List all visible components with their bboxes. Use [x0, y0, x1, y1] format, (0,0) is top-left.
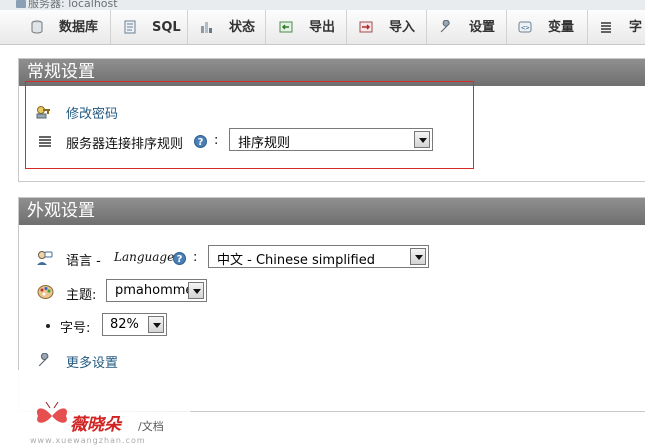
charset-icon	[601, 22, 611, 33]
font-size-select[interactable]: 82%	[102, 313, 167, 336]
breadcrumb[interactable]: 服务器: localhost	[28, 0, 118, 10]
watermark-url: www.xuewangzhan.com	[30, 436, 146, 445]
database-icon	[31, 20, 43, 34]
chevron-down-icon	[188, 282, 204, 299]
collation-select[interactable]: 排序规则	[229, 128, 433, 151]
wrench-icon	[38, 353, 49, 367]
tab-label: SQL	[152, 20, 181, 35]
import-icon	[359, 21, 373, 33]
collation-label: 服务器连接排序规则	[66, 137, 184, 152]
tab-label: 状态	[229, 20, 256, 35]
tab-label: 导出	[309, 20, 336, 35]
export-icon	[279, 21, 293, 33]
language-label: 语言 -	[66, 254, 101, 269]
tab-label: 导入	[389, 20, 416, 35]
watermark-logo: 薇晓朵	[70, 415, 121, 435]
chevron-down-icon	[410, 248, 426, 265]
watermark: 薇晓朵 /文档 www.xuewangzhan.com	[0, 370, 190, 448]
font-size-label: 字号:	[60, 321, 91, 336]
more-settings-link[interactable]: 更多设置	[66, 352, 118, 371]
collation-select-value: 排序规则	[238, 136, 291, 151]
collation-colon: :	[214, 133, 219, 148]
status-icon	[201, 22, 212, 33]
tab-label: 变量	[548, 20, 575, 35]
breadcrumb-strip: 服务器: localhost	[0, 0, 645, 10]
help-icon[interactable]: ?	[194, 135, 207, 148]
language-icon	[37, 251, 53, 265]
help-icon[interactable]: ?	[173, 252, 186, 265]
tab-status[interactable]: 状态	[188, 10, 266, 44]
butterfly-logo-icon	[36, 401, 68, 423]
theme-label: 主题:	[66, 288, 97, 303]
tab-export[interactable]: 导出	[266, 10, 347, 44]
theme-select-value: pmahomme	[115, 283, 194, 298]
key-icon	[36, 106, 50, 119]
language-colon: :	[193, 250, 198, 265]
language-select[interactable]: 中文 - Chinese simplified	[208, 245, 429, 268]
variables-icon: <>	[518, 21, 532, 33]
palette-icon	[37, 285, 54, 299]
tab-sql[interactable]: SQL	[111, 10, 188, 44]
change-password-link[interactable]: 修改密码	[66, 103, 118, 122]
tab-label: 字	[629, 20, 643, 35]
bullet-icon	[46, 324, 50, 328]
main-tab-bar: 数据库 SQL 状态 导出 导入 设置 <> 变量 字	[0, 10, 645, 45]
chevron-down-icon	[414, 131, 430, 148]
list-icon	[39, 136, 51, 147]
language-label-en: Language	[114, 250, 175, 264]
tab-settings[interactable]: 设置	[427, 10, 507, 44]
chevron-down-icon	[148, 316, 164, 333]
font-size-select-value: 82%	[110, 317, 139, 332]
tab-import[interactable]: 导入	[347, 10, 427, 44]
tab-charsets[interactable]: 字	[588, 10, 645, 44]
appearance-settings-title: 外观设置	[19, 198, 645, 225]
highlight-box	[25, 81, 474, 169]
server-icon	[16, 0, 26, 8]
tab-label: 设置	[469, 20, 496, 35]
sql-icon	[124, 20, 136, 34]
tab-variables[interactable]: <> 变量	[507, 10, 588, 44]
watermark-sub: /文档	[138, 420, 164, 433]
svg-text:<>: <>	[521, 24, 529, 32]
language-select-value: 中文 - Chinese simplified	[217, 253, 375, 268]
tab-label: 数据库	[59, 20, 99, 35]
wrench-icon	[440, 20, 450, 33]
theme-select[interactable]: pmahomme	[106, 279, 207, 302]
tab-databases[interactable]: 数据库	[0, 10, 111, 44]
